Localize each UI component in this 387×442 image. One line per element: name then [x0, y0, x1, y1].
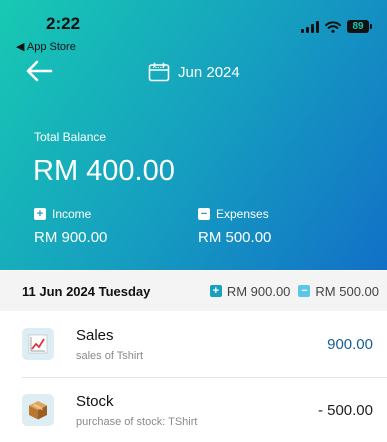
- package-icon: [22, 394, 54, 426]
- minus-icon: −: [298, 285, 311, 297]
- day-income-amount: RM 900.00: [226, 283, 291, 299]
- transaction-row-sales[interactable]: Sales sales of Tshirt 900.00: [0, 312, 387, 376]
- status-time: 2:22: [46, 14, 81, 33]
- month-label: Jun 2024: [178, 63, 240, 81]
- transaction-subtitle: sales of Tshirt: [76, 349, 144, 362]
- transaction-row-stock[interactable]: Stock purchase of stock: TShirt - 500.00: [0, 378, 387, 442]
- day-income-total: + RM 900.00: [209, 283, 291, 299]
- signal-icon: [301, 20, 319, 33]
- minus-icon: −: [198, 208, 210, 220]
- status-indicators: 89: [301, 20, 372, 33]
- month-selector[interactable]: Jun 2024: [148, 62, 240, 82]
- total-balance-amount: RM 400.00: [33, 155, 175, 187]
- transaction-subtitle: purchase of stock: TShirt: [76, 415, 198, 428]
- expenses-label: Expenses: [216, 207, 269, 221]
- income-amount: RM 900.00: [34, 229, 108, 246]
- battery-level: 89: [352, 21, 364, 32]
- income-label: Income: [52, 207, 92, 221]
- transaction-amount: - 500.00: [317, 401, 373, 419]
- plus-icon: +: [209, 285, 222, 297]
- plus-icon: +: [34, 208, 46, 220]
- day-date: 11 Jun 2024 Tuesday: [22, 283, 151, 299]
- total-balance-label: Total Balance: [34, 130, 107, 144]
- chart-icon: [22, 328, 54, 360]
- income-summary: + Income RM 900.00: [34, 207, 107, 246]
- transaction-amount: 900.00: [327, 335, 373, 353]
- battery-icon: 89: [347, 20, 372, 33]
- transaction-title: Stock: [76, 392, 114, 410]
- back-arrow-icon[interactable]: [24, 58, 54, 84]
- day-group-header: 11 Jun 2024 Tuesday + RM 900.00 − RM 500…: [0, 271, 387, 311]
- expenses-amount: RM 500.00: [198, 229, 272, 246]
- calendar-icon: [148, 62, 170, 82]
- transaction-title: Sales: [76, 326, 114, 344]
- expenses-summary: − Expenses RM 500.00: [198, 207, 271, 246]
- app-store-back-link[interactable]: ◀ App Store: [16, 40, 76, 53]
- day-expense-amount: RM 500.00: [315, 283, 379, 299]
- header-panel: 2:22 ◀ App Store 89 Jun 2024 Total Balan…: [0, 0, 387, 270]
- day-expense-total: − RM 500.00: [298, 284, 379, 299]
- wifi-icon: [325, 20, 341, 33]
